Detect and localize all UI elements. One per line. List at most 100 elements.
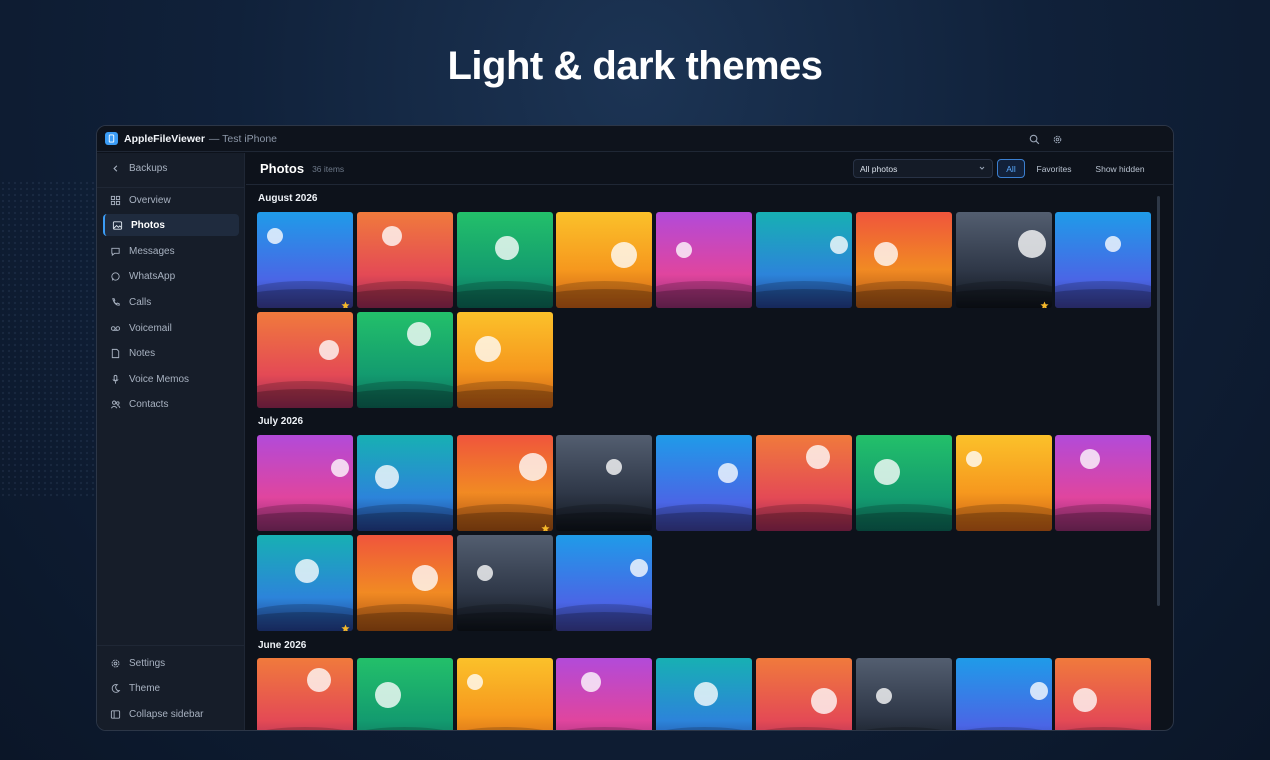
- photo-grid: [257, 212, 1152, 408]
- sidebar-item-label: Overview: [129, 194, 171, 206]
- photo-sun-shape: [1105, 236, 1122, 252]
- photo-thumbnail[interactable]: [656, 212, 753, 308]
- photo-thumbnail[interactable]: [656, 658, 753, 730]
- sidebar-item-photos[interactable]: Photos: [103, 214, 239, 236]
- photo-thumbnail[interactable]: [556, 212, 653, 308]
- photo-thumbnail[interactable]: [456, 311, 553, 408]
- photo-hill-shape: [556, 288, 653, 308]
- photo-sun-shape: [829, 236, 848, 254]
- photo-hill-shape: [1055, 511, 1152, 531]
- photo-sun-shape: [331, 459, 349, 477]
- photo-thumbnail[interactable]: [755, 212, 852, 308]
- photo-sun-shape: [694, 682, 719, 706]
- sidebar-theme-button[interactable]: Theme: [103, 677, 239, 699]
- photo-thumbnail[interactable]: [556, 534, 653, 631]
- photo-thumbnail[interactable]: [257, 212, 353, 308]
- photo-thumbnail[interactable]: [955, 212, 1052, 308]
- sidebar-icon: [110, 709, 121, 719]
- photo-sun-shape: [476, 564, 493, 581]
- background-dot-pattern: [0, 180, 110, 500]
- photo-thumbnail[interactable]: [755, 658, 852, 730]
- photo-thumbnail[interactable]: [356, 212, 453, 308]
- photo-thumbnail[interactable]: [1055, 212, 1152, 308]
- filter-favorites-button[interactable]: Favorites: [1028, 159, 1080, 178]
- photo-sun-shape: [295, 558, 319, 583]
- photo-hill-shape: [257, 511, 353, 531]
- photo-thumbnail[interactable]: [257, 534, 353, 631]
- photo-thumbnail[interactable]: [456, 658, 553, 730]
- scrollbar[interactable]: [1157, 196, 1160, 606]
- grid-icon: [110, 195, 121, 205]
- sidebar-item-whatsapp[interactable]: WhatsApp: [103, 265, 239, 287]
- chevron-down-icon: [979, 166, 985, 170]
- photo-sun-shape: [1029, 682, 1048, 700]
- photo-sun-shape: [1080, 449, 1101, 469]
- photo-thumbnail[interactable]: [855, 212, 952, 308]
- sidebar-item-overview[interactable]: Overview: [103, 189, 239, 211]
- photo-sun-shape: [1073, 688, 1098, 712]
- sidebar-item-label: Voice Memos: [129, 373, 190, 385]
- photo-hill-shape: [1055, 727, 1152, 730]
- page-title: Photos: [260, 161, 305, 176]
- sidebar-item-voice-memos[interactable]: Voice Memos: [103, 368, 239, 390]
- settings-gear-icon[interactable]: [1052, 132, 1063, 150]
- app-logo-icon: [105, 132, 118, 145]
- photo-thumbnail[interactable]: [955, 658, 1052, 730]
- photo-thumbnail[interactable]: [356, 658, 453, 730]
- sidebar-item-label: WhatsApp: [129, 270, 176, 282]
- sidebar-item-contacts[interactable]: Contacts: [103, 393, 239, 415]
- photo-thumbnail[interactable]: [755, 435, 852, 531]
- photo-thumbnail[interactable]: [556, 435, 653, 531]
- show-hidden-button[interactable]: Show hidden: [1085, 159, 1155, 178]
- filter-all-button[interactable]: All: [997, 159, 1025, 178]
- photo-hill-shape: [257, 288, 353, 308]
- photo-thumbnail[interactable]: [356, 435, 453, 531]
- sidebar-settings-button[interactable]: Settings: [103, 652, 239, 674]
- photo-hill-shape: [755, 727, 852, 730]
- phone-icon: [112, 297, 120, 306]
- photo-sun-shape: [676, 242, 693, 258]
- photo-hill-shape: [257, 727, 353, 730]
- app-window: AppleFileViewer — Test iPhone Backups Ov…: [96, 125, 1174, 731]
- photo-thumbnail[interactable]: [257, 435, 353, 531]
- photo-thumbnail[interactable]: [1055, 658, 1152, 730]
- section-title: July 2026: [258, 416, 304, 427]
- photo-thumbnail[interactable]: [556, 658, 653, 730]
- photo-thumbnail[interactable]: [456, 534, 553, 631]
- photo-thumbnail[interactable]: [656, 435, 753, 531]
- photo-sun-shape: [810, 688, 837, 714]
- photo-gallery: August 2026 July 2026 June 2026: [246, 186, 1173, 730]
- sidebar-item-messages[interactable]: Messages: [103, 240, 239, 262]
- sidebar-item-voicemail[interactable]: Voicemail: [103, 317, 239, 339]
- sidebar-item-calls[interactable]: Calls: [103, 291, 239, 313]
- photo-sun-shape: [611, 242, 638, 268]
- photo-hill-shape: [356, 611, 453, 631]
- photo-thumbnail[interactable]: [257, 311, 353, 408]
- collapse-sidebar-button[interactable]: Collapse sidebar: [103, 703, 239, 725]
- photo-thumbnail[interactable]: [855, 435, 952, 531]
- photo-hill-shape: [356, 388, 453, 408]
- favorite-star-icon: [341, 297, 350, 308]
- section-title: June 2026: [258, 640, 307, 651]
- photo-hill-shape: [556, 727, 653, 730]
- main-panel: Photos 36 items All photos All Favorites…: [246, 153, 1173, 730]
- photo-filter-select[interactable]: All photos: [853, 159, 993, 178]
- photo-thumbnail[interactable]: [855, 658, 952, 730]
- photo-thumbnail[interactable]: [356, 534, 453, 631]
- photo-thumbnail[interactable]: [456, 212, 553, 308]
- item-count: 36 items: [312, 163, 345, 174]
- photo-thumbnail[interactable]: [456, 435, 553, 531]
- photo-thumbnail[interactable]: [356, 311, 453, 408]
- photo-thumbnail[interactable]: [955, 435, 1052, 531]
- mic-icon: [112, 374, 119, 384]
- photo-hill-shape: [955, 288, 1052, 308]
- search-icon[interactable]: [1029, 132, 1040, 150]
- photo-sun-shape: [319, 339, 339, 360]
- photo-thumbnail[interactable]: [257, 658, 353, 730]
- photo-hill-shape: [356, 727, 453, 730]
- sidebar-item-notes[interactable]: Notes: [103, 342, 239, 364]
- back-to-backups-button[interactable]: Backups: [103, 157, 239, 179]
- photo-hill-shape: [656, 727, 753, 730]
- photo-sun-shape: [267, 228, 283, 244]
- photo-thumbnail[interactable]: [1055, 435, 1152, 531]
